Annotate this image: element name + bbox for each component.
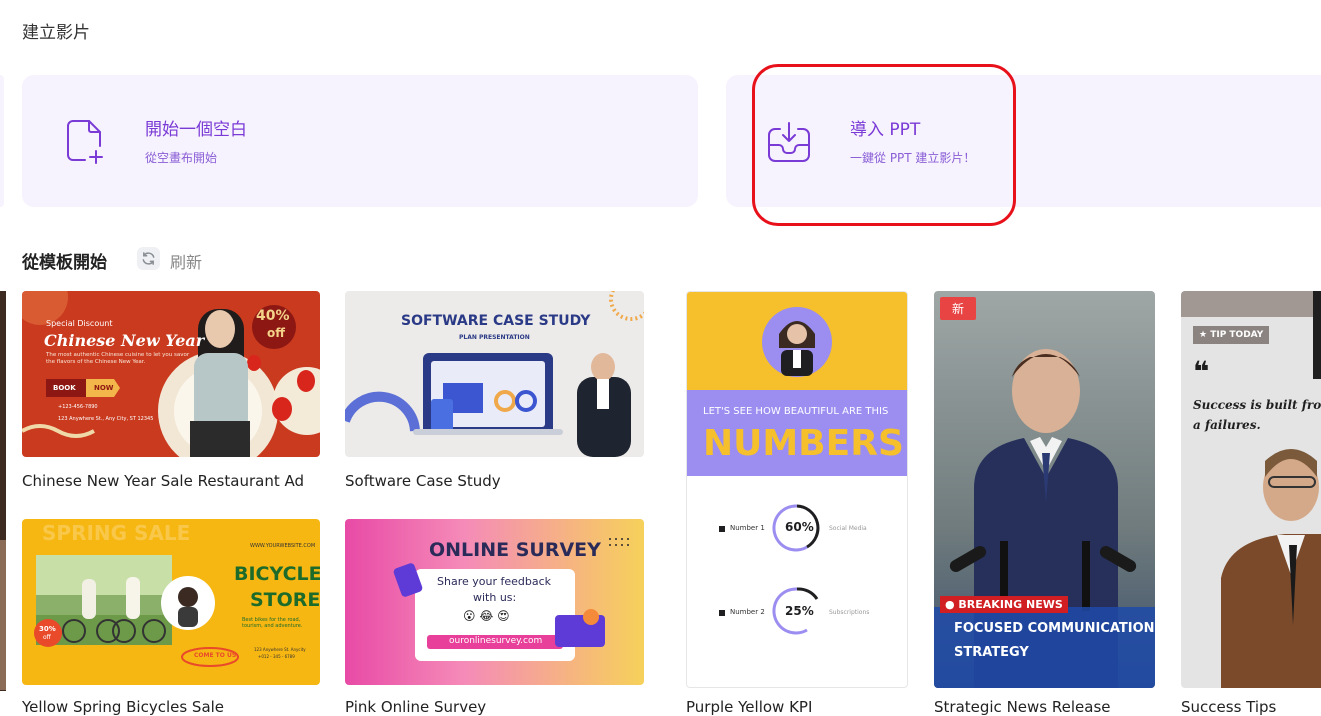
kpi-caption2: Subscriptions [829, 609, 870, 616]
bicycle-bg-text: SPRING SALE [42, 521, 191, 545]
template-thumbnail-software[interactable]: SOFTWARE CASE STUDY PLAN PRESENTATION [345, 291, 644, 457]
survey-line1: Share your feedback [437, 575, 552, 588]
news-headline-1: FOCUSED COMMUNICATION [954, 621, 1155, 636]
import-ppt-card[interactable]: 導入 PPT 一鍵從 PPT 建立影片！ [726, 75, 1321, 207]
kpi-art [687, 292, 907, 635]
partial-thumbnail-left-2 [0, 540, 6, 690]
kpi-value2: 25% [785, 604, 814, 618]
cny-address: 123 Anywhere St., Any City, ST 12345 [58, 416, 154, 422]
new-badge: 新 [940, 297, 977, 320]
cny-book: BOOK [53, 384, 76, 392]
refresh-button[interactable] [137, 247, 160, 270]
template-label[interactable]: Purple Yellow KPI [686, 698, 812, 716]
import-tray-icon [766, 121, 812, 169]
bicycle-site: WWW.YOURWEBSITE.COM [250, 543, 316, 549]
cny-off: off [267, 326, 285, 340]
tips-quote-mark: ❝ [1193, 355, 1210, 388]
kpi-caption1: Social Media [829, 525, 867, 532]
templates-section-title: 從模板開始 [22, 253, 107, 273]
template-label[interactable]: Strategic News Release [934, 698, 1110, 716]
template-label[interactable]: Pink Online Survey [345, 698, 486, 716]
survey-title: ONLINE SURVEY [429, 539, 601, 561]
kpi-number1: Number 1 [730, 524, 765, 532]
kpi-lead: LET'S SEE HOW BEAUTIFUL ARE THIS [703, 406, 889, 417]
template-label[interactable]: Chinese New Year Sale Restaurant Ad [22, 472, 304, 490]
cny-phone: +123-456-7890 [58, 404, 98, 410]
cny-discount: 40% [256, 308, 290, 324]
template-thumbnail-news[interactable]: 新 ● BREAKING NEWS FOCUSED COMMUNICATION … [934, 291, 1155, 688]
cny-desc: The most authentic Chinese cuisine to le… [46, 352, 190, 365]
kpi-value1: 60% [785, 520, 814, 534]
template-label[interactable]: Yellow Spring Bicycles Sale [22, 698, 224, 716]
kpi-title: NUMBERS [703, 423, 904, 464]
bicycle-cta: COME TO US [194, 652, 237, 659]
bicycle-pct: 30% [39, 625, 56, 633]
cny-special: Special Discount [46, 319, 113, 328]
bicycle-title2: STORE [250, 589, 320, 611]
news-headline-2: STRATEGY [954, 645, 1029, 660]
tips-tag: ★ TIP TODAY [1193, 326, 1270, 344]
start-blank-subtitle: 從空畫布開始 [145, 151, 218, 165]
new-file-icon [65, 119, 105, 169]
template-label[interactable]: Software Case Study [345, 472, 501, 490]
bicycle-desc: Best bikes for the road, tourism, and ad… [242, 617, 303, 629]
software-title: SOFTWARE CASE STUDY [401, 313, 591, 329]
bicycle-phone: +012 - 345 - 6789 [258, 654, 295, 659]
survey-emoji: 😮 😂 😍 [463, 609, 510, 623]
survey-line2: with us: [473, 591, 517, 604]
start-blank-title: 開始一個空白 [145, 120, 247, 140]
template-thumbnail-tips[interactable]: ★ TIP TODAY ❝ Success is built from a fa… [1181, 291, 1321, 688]
card-edge [0, 75, 4, 207]
template-thumbnail-kpi[interactable]: LET'S SEE HOW BEAUTIFUL ARE THIS NUMBERS… [686, 291, 908, 688]
import-ppt-title: 導入 PPT [850, 120, 921, 140]
template-label[interactable]: Success Tips [1181, 698, 1276, 716]
survey-url: ouronlinesurvey.com [449, 636, 543, 646]
tips-quote: Success is built from a failures. [1193, 398, 1321, 432]
refresh-icon [142, 252, 155, 265]
bicycle-addr: 123 Anywhere St. Anycity [254, 647, 306, 652]
tips-art [1181, 291, 1321, 688]
template-thumbnail-bicycle[interactable]: SPRING SALE WWW.YOURWEBSITE.COM BICYCLE … [22, 519, 320, 685]
kpi-number2: Number 2 [730, 608, 765, 616]
bicycle-title1: BICYCLE [234, 563, 320, 585]
bicycle-off: off [43, 634, 51, 641]
template-thumbnail-cny[interactable]: Special Discount Chinese New Year The mo… [22, 291, 320, 457]
news-breaking: ● BREAKING NEWS [940, 596, 1068, 613]
cny-now: NOW [94, 384, 114, 392]
software-sub: PLAN PRESENTATION [459, 334, 530, 341]
cny-title: Chinese New Year [44, 331, 205, 350]
template-thumbnail-survey[interactable]: ONLINE SURVEY Share your feedback with u… [345, 519, 644, 685]
page-title: 建立影片 [22, 23, 90, 43]
refresh-label[interactable]: 刷新 [170, 249, 202, 273]
import-ppt-subtitle: 一鍵從 PPT 建立影片！ [850, 151, 976, 165]
start-blank-card[interactable]: 開始一個空白 從空畫布開始 [22, 75, 698, 207]
